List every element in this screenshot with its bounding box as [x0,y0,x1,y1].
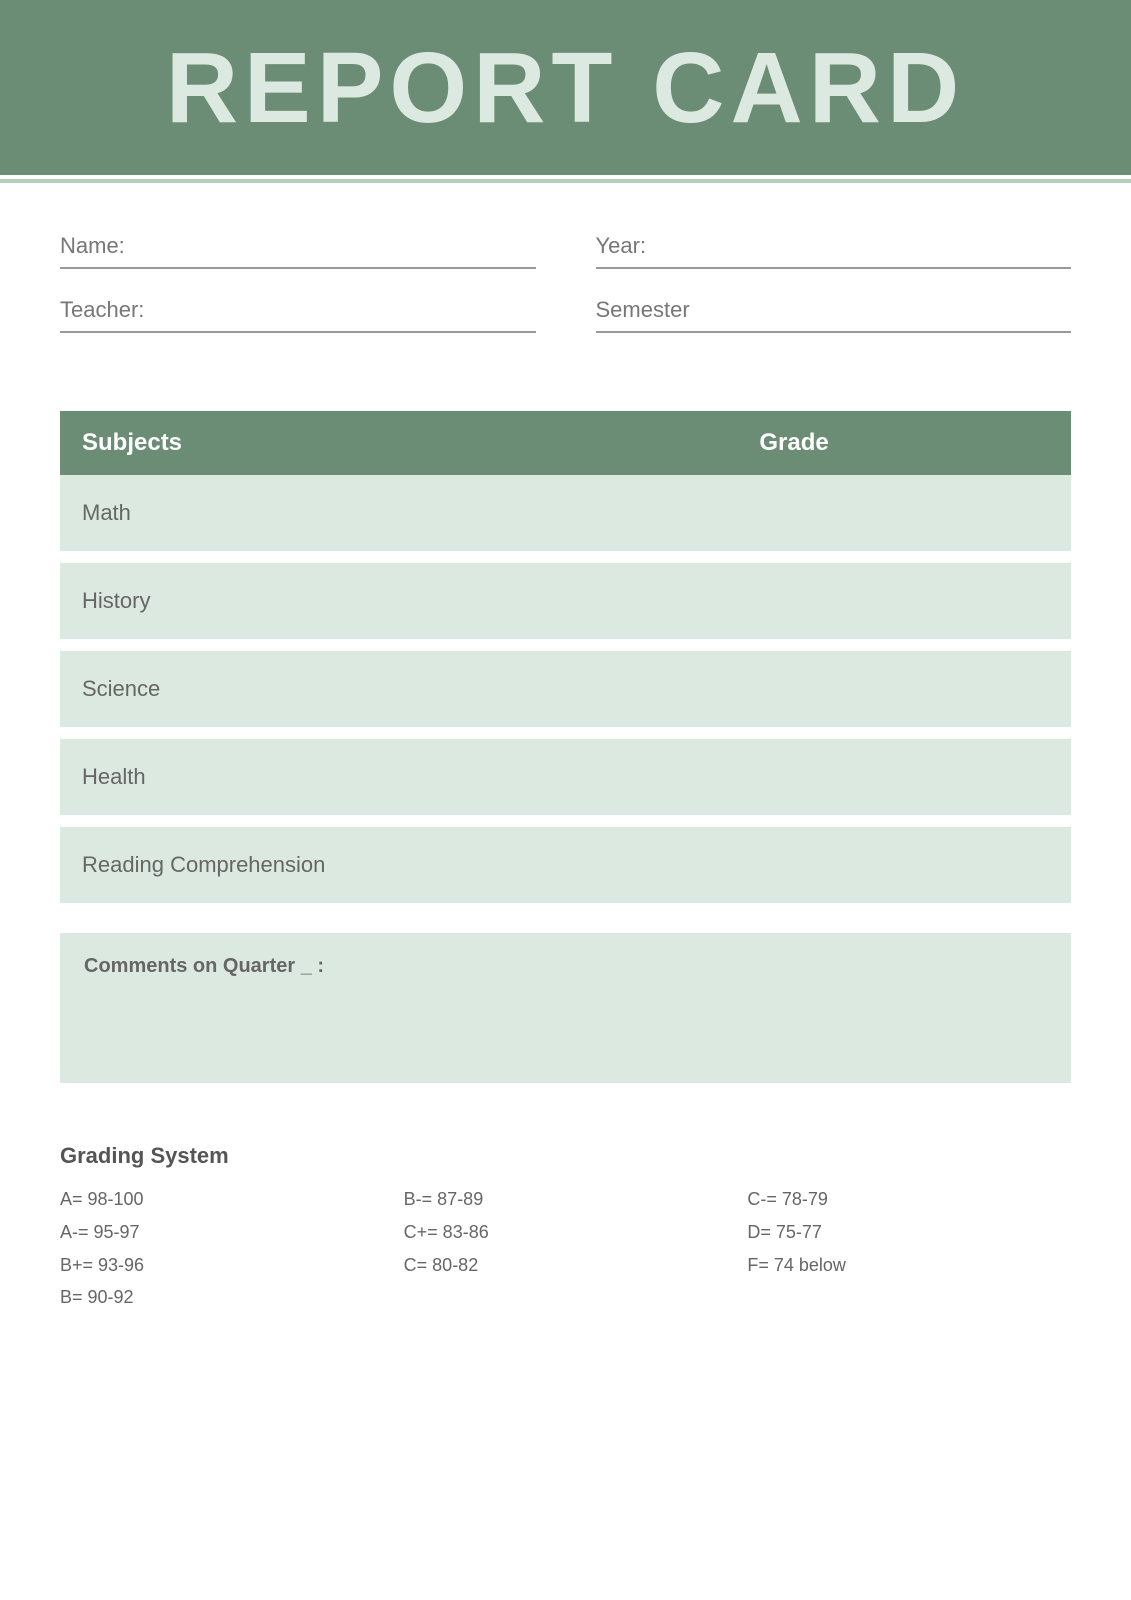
year-field: Year: [596,233,1072,269]
form-row-2: Teacher: Semester [60,297,1071,333]
grade-cell [737,475,1071,551]
subject-cell: Health [60,739,737,815]
table-row: Math [60,475,1071,551]
grade-cell [737,651,1071,727]
page-title: REPORT CARD [60,38,1071,138]
grading-col-1: A= 98-100 A-= 95-97 B+= 93-96 B= 90-92 [60,1185,384,1312]
grading-section: Grading System A= 98-100 A-= 95-97 B+= 93-… [0,1103,1131,1352]
grading-item: F= 74 below [747,1251,1071,1280]
grading-grid: A= 98-100 A-= 95-97 B+= 93-96 B= 90-92 B-= … [60,1185,1071,1312]
table-header-row: Subjects Grade [60,411,1071,475]
comments-section: Comments on Quarter _ : [0,923,1131,1103]
grading-item: B-= 87-89 [404,1185,728,1214]
header: REPORT CARD [0,0,1131,170]
year-label: Year: [596,233,647,261]
grading-item: B= 90-92 [60,1283,384,1312]
name-label: Name: [60,233,125,261]
form-section: Name: Year: Teacher: Semester [0,183,1131,391]
grading-item: C+= 83-86 [404,1218,728,1247]
grading-item: D= 75-77 [747,1218,1071,1247]
grading-item: C= 80-82 [404,1251,728,1280]
grade-cell [737,739,1071,815]
grade-header: Grade [737,411,1071,475]
table-section: Subjects Grade Math History Science Heal… [0,391,1131,923]
subjects-header: Subjects [60,411,737,475]
subject-cell: Reading Comprehension [60,827,737,903]
table-row: History [60,563,1071,639]
grading-item: C-= 78-79 [747,1185,1071,1214]
grading-item: B+= 93-96 [60,1251,384,1280]
subject-cell: Science [60,651,737,727]
header-dividers [0,170,1131,183]
teacher-field: Teacher: [60,297,536,333]
grading-item: A-= 95-97 [60,1218,384,1247]
teacher-label: Teacher: [60,297,144,325]
semester-label: Semester [596,297,690,325]
table-row: Reading Comprehension [60,827,1071,903]
grading-item: A= 98-100 [60,1185,384,1214]
subject-cell: Math [60,475,737,551]
name-field: Name: [60,233,536,269]
subject-cell: History [60,563,737,639]
grade-cell [737,827,1071,903]
divider-dark [0,170,1131,175]
table-row: Science [60,651,1071,727]
report-card-page: REPORT CARD Name: Year: Teacher: Semeste… [0,0,1131,1600]
grade-table: Subjects Grade Math History Science Heal… [60,411,1071,903]
table-row: Health [60,739,1071,815]
grading-title: Grading System [60,1143,1071,1169]
form-row-1: Name: Year: [60,233,1071,269]
grading-col-3: C-= 78-79 D= 75-77 F= 74 below [747,1185,1071,1312]
semester-field: Semester [596,297,1072,333]
comments-box: Comments on Quarter _ : [60,933,1071,1083]
grade-cell [737,563,1071,639]
grading-col-2: B-= 87-89 C+= 83-86 C= 80-82 [404,1185,728,1312]
comments-label: Comments on Quarter _ : [84,955,324,977]
